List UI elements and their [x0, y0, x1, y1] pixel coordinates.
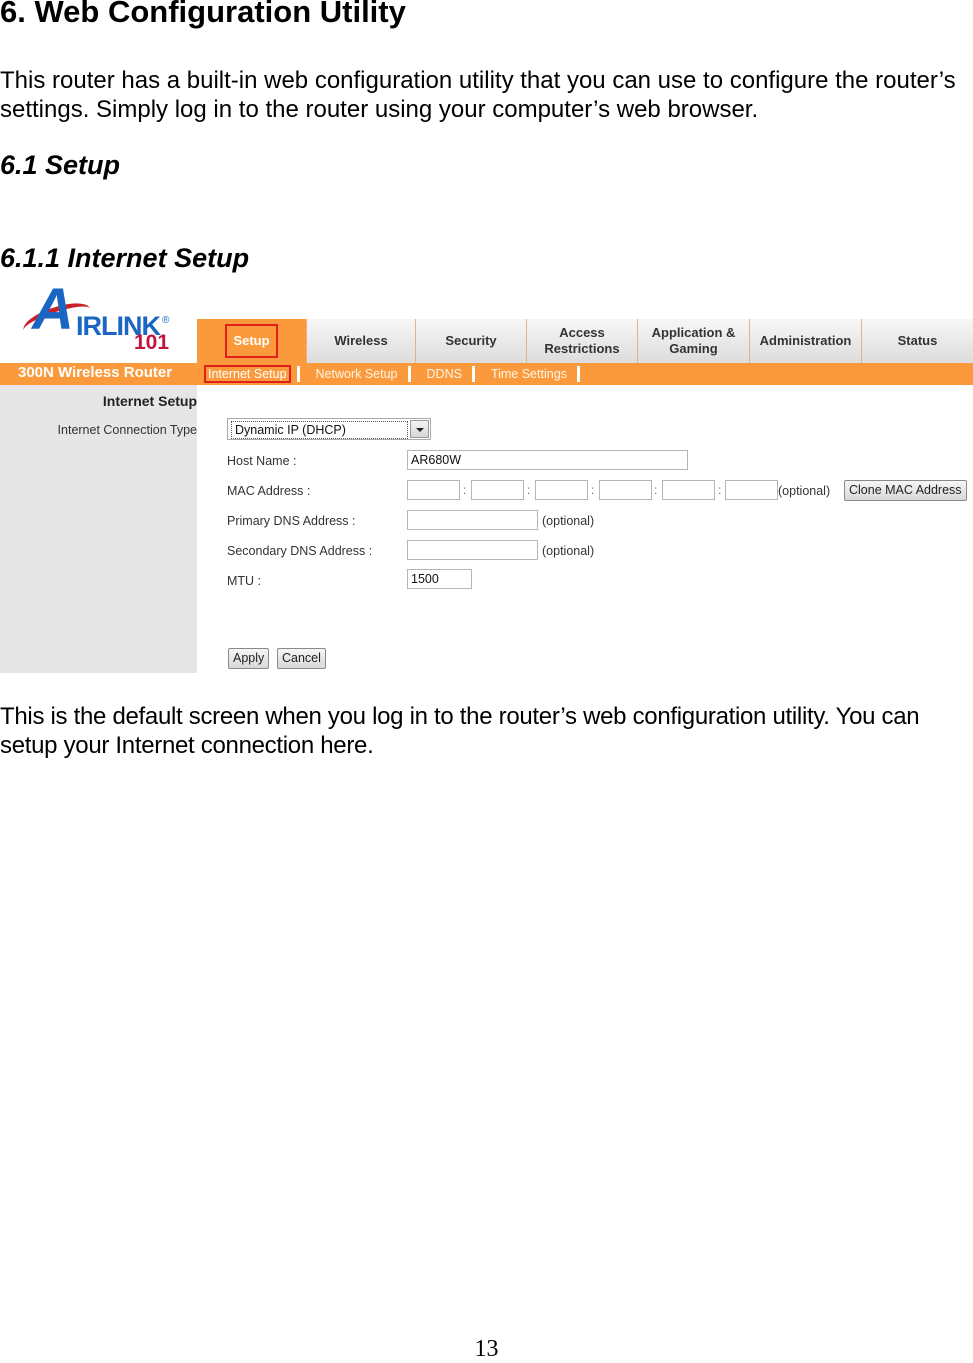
- host-name-label: Host Name :: [227, 454, 297, 468]
- tab-label: Setup: [225, 324, 278, 358]
- logo-number: 101: [134, 331, 170, 354]
- tab-label: Security: [445, 333, 497, 348]
- primary-dns-label: Primary DNS Address :: [227, 514, 356, 528]
- registered-mark: ®: [162, 315, 170, 326]
- tab-status[interactable]: Status: [862, 319, 973, 363]
- mac-address-label: MAC Address :: [227, 484, 311, 498]
- section-heading: 6.1 Setup: [0, 150, 121, 180]
- tab-security[interactable]: Security: [416, 319, 527, 363]
- tab-wireless[interactable]: Wireless: [307, 319, 416, 363]
- left-panel: Internet Setup Internet Connection Type: [0, 385, 197, 673]
- mac-octet-5[interactable]: [662, 480, 715, 500]
- panel-title: Internet Setup: [102, 393, 197, 409]
- subnav-divider: [296, 366, 300, 382]
- product-name: 300N Wireless Router: [18, 364, 173, 381]
- tab-setup[interactable]: Setup: [197, 319, 307, 363]
- clone-mac-address-button[interactable]: Clone MAC Address: [844, 480, 967, 501]
- subnav-divider: [471, 366, 475, 382]
- mac-separator: :: [527, 483, 531, 497]
- secondary-dns-input[interactable]: [407, 540, 538, 560]
- primary-dns-input[interactable]: [407, 510, 538, 530]
- mtu-input[interactable]: [407, 569, 472, 589]
- mac-separator: :: [654, 483, 658, 497]
- tab-access-restrictions[interactable]: Access Restrictions: [527, 319, 638, 363]
- subtab-time-settings[interactable]: Time Settings: [487, 367, 571, 381]
- internet-setup-form: Dynamic IP (DHCP) Host Name : MAC Addres…: [197, 385, 973, 673]
- subtab-network-setup[interactable]: Network Setup: [312, 367, 402, 381]
- secondary-dns-optional-note: (optional): [542, 544, 595, 558]
- page-heading: 6. Web Configuration Utility: [0, 0, 406, 29]
- connection-type-value: Dynamic IP (DHCP): [231, 421, 408, 439]
- subnav-divider: [576, 366, 580, 382]
- cancel-button[interactable]: Cancel: [277, 648, 326, 669]
- tab-label: Administration: [759, 333, 852, 348]
- tab-application-gaming[interactable]: Application & Gaming: [638, 319, 750, 363]
- mac-separator: :: [463, 483, 467, 497]
- mac-octet-6[interactable]: [725, 480, 778, 500]
- secondary-dns-label: Secondary DNS Address :: [227, 544, 373, 558]
- mac-separator: :: [718, 483, 722, 497]
- intro-paragraph: This router has a built-in web configura…: [0, 67, 956, 123]
- primary-dns-optional-note: (optional): [542, 514, 595, 528]
- subtab-internet-setup[interactable]: Internet Setup: [204, 365, 291, 383]
- mac-separator: :: [591, 483, 595, 497]
- mac-octet-3[interactable]: [535, 480, 588, 500]
- tab-label: Application & Gaming: [651, 325, 736, 356]
- mtu-label: MTU :: [227, 574, 262, 588]
- connection-type-select[interactable]: Dynamic IP (DHCP): [227, 418, 431, 440]
- caption-paragraph: This is the default screen when you log …: [0, 703, 920, 759]
- mac-octet-2[interactable]: [471, 480, 524, 500]
- mac-octet-4[interactable]: [599, 480, 652, 500]
- tab-label: Wireless: [334, 333, 388, 348]
- subsection-heading: 6.1.1 Internet Setup: [0, 243, 250, 273]
- mac-octet-1[interactable]: [407, 480, 460, 500]
- airlink-logo: A IRLINK ® 101: [19, 281, 182, 354]
- subtab-ddns[interactable]: DDNS: [423, 367, 466, 381]
- chevron-down-icon[interactable]: [410, 420, 429, 438]
- host-name-input[interactable]: [407, 450, 688, 470]
- logo-letter: A: [32, 281, 74, 342]
- tab-label: Access Restrictions: [544, 325, 620, 356]
- apply-button[interactable]: Apply: [228, 648, 270, 669]
- mac-optional-note: (optional): [778, 484, 831, 498]
- tab-administration[interactable]: Administration: [750, 319, 862, 363]
- router-screenshot: A IRLINK ® 101 Setup Wireless Security A…: [0, 281, 973, 673]
- sub-nav: Internet Setup Network Setup DDNS Time S…: [204, 364, 592, 384]
- subnav-divider: [407, 366, 411, 382]
- tab-label: Status: [897, 333, 938, 348]
- connection-type-label: Internet Connection Type: [57, 423, 197, 437]
- main-nav: Setup Wireless Security Access Restricti…: [197, 319, 973, 363]
